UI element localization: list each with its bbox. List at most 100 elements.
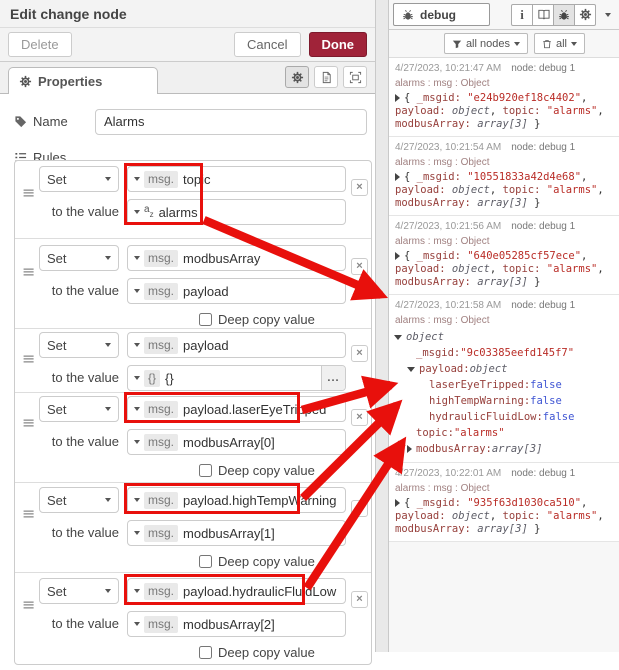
value-type-chip: msg. <box>144 283 178 300</box>
rule-property-input[interactable]: msg. payload <box>127 332 346 358</box>
sidebar-splitter[interactable] <box>375 0 389 652</box>
debug-message: 4/27/2023, 10:21:54 AMnode: debug 1 alar… <box>389 137 619 216</box>
expand-toggle-icon[interactable] <box>395 173 400 181</box>
cancel-button[interactable]: Cancel <box>234 32 300 57</box>
message-timestamp: 4/27/2023, 10:21:47 AM <box>395 63 501 74</box>
rule-value-input[interactable]: msg. modbusArray[1] <box>127 520 346 546</box>
help-tab-button[interactable] <box>532 4 554 26</box>
rule-action-select[interactable]: Set <box>39 245 119 271</box>
delete-rule-button[interactable]: × <box>351 409 368 426</box>
deep-copy-checkbox[interactable] <box>199 313 212 326</box>
deep-copy-row: Deep copy value <box>199 463 315 478</box>
chevron-down-icon <box>134 177 140 181</box>
debug-filter-bar: all nodes all <box>389 30 619 58</box>
delete-button[interactable]: Delete <box>8 32 72 57</box>
delete-rule-button[interactable]: × <box>351 591 368 608</box>
tab-properties[interactable]: Properties <box>8 67 158 94</box>
rule-value-input[interactable]: {} {} ... <box>127 365 346 391</box>
message-node: node: debug 1 <box>511 63 575 74</box>
delete-rule-button[interactable]: × <box>351 500 368 517</box>
info-tab-button[interactable]: i <box>511 4 533 26</box>
expand-editor-button[interactable]: ... <box>321 366 345 390</box>
delete-rule-button[interactable]: × <box>351 258 368 275</box>
expand-toggle-icon[interactable] <box>407 367 415 372</box>
tab-properties-label: Properties <box>38 74 102 89</box>
chevron-down-icon <box>134 210 140 214</box>
rule-value-input[interactable]: msg. modbusArray[2] <box>127 611 346 637</box>
name-label-group: Name <box>14 114 95 129</box>
name-input[interactable] <box>95 109 367 135</box>
message-timestamp: 4/27/2023, 10:21:56 AM <box>395 221 501 232</box>
rule-value-input[interactable]: az alarms <box>127 199 346 225</box>
rule-action-select[interactable]: Set <box>39 332 119 358</box>
chevron-down-icon <box>105 256 111 260</box>
expand-toggle-icon[interactable] <box>395 499 400 507</box>
filter-nodes-button[interactable]: all nodes <box>444 33 528 54</box>
property-type-chip: msg. <box>144 250 178 267</box>
done-button[interactable]: Done <box>309 32 368 57</box>
edit-description-button[interactable] <box>314 66 338 88</box>
chevron-down-icon <box>134 289 140 293</box>
drag-handle-icon[interactable]: ≡ <box>22 264 35 280</box>
deep-copy-row: Deep copy value <box>199 312 315 327</box>
rule-action-select[interactable]: Set <box>39 396 119 422</box>
delete-rule-button[interactable]: × <box>351 345 368 362</box>
property-value: payload.laserEyeTripped <box>183 402 326 417</box>
sidebar-menu-button[interactable] <box>605 13 611 17</box>
drag-handle-icon[interactable]: ≡ <box>22 351 35 367</box>
tree-line: _msgid: "9c03385eefd145f7" <box>395 345 615 361</box>
chevron-down-icon <box>134 622 140 626</box>
trash-icon <box>542 39 552 49</box>
rule-property-input[interactable]: msg. topic <box>127 166 346 192</box>
rule-action-label: Set <box>47 338 67 353</box>
name-label: Name <box>33 114 68 129</box>
appearance-button[interactable] <box>343 66 367 88</box>
drag-handle-icon[interactable]: ≡ <box>22 415 35 431</box>
debug-tab-button[interactable] <box>553 4 575 26</box>
to-the-value-label: to the value <box>15 283 119 298</box>
node-red-window: Edit change node Delete Cancel Done Prop… <box>0 0 619 652</box>
deep-copy-row: Deep copy value <box>199 554 315 569</box>
clear-messages-button[interactable]: all <box>534 33 585 54</box>
rule-property-input[interactable]: msg. payload.hydraulicFluidLow <box>127 578 346 604</box>
debug-message: 4/27/2023, 10:21:56 AMnode: debug 1 alar… <box>389 216 619 295</box>
rule-action-select[interactable]: Set <box>39 578 119 604</box>
delete-rule-button[interactable]: × <box>351 179 368 196</box>
edit-properties-button[interactable] <box>285 66 309 88</box>
message-payload: object_msgid: "9c03385eefd145f7"payload:… <box>395 329 615 457</box>
debug-sidebar: debug i all nodes <box>389 0 619 652</box>
chevron-down-icon <box>134 256 140 260</box>
rule-value-input[interactable]: msg. payload <box>127 278 346 304</box>
drag-handle-icon[interactable]: ≡ <box>22 597 35 613</box>
property-value: payload.hydraulicFluidLow <box>183 584 336 599</box>
expand-toggle-icon[interactable] <box>407 445 412 453</box>
tab-debug[interactable]: debug <box>393 3 490 26</box>
rule-property-input[interactable]: msg. payload.laserEyeTripped <box>127 396 346 422</box>
message-node: node: debug 1 <box>511 142 575 153</box>
value-type-chip: msg. <box>144 525 178 542</box>
rule-property-input[interactable]: msg. modbusArray <box>127 245 346 271</box>
deep-copy-label: Deep copy value <box>218 554 315 569</box>
rule-action-select[interactable]: Set <box>39 166 119 192</box>
rule-property-input[interactable]: msg. payload.highTempWarning <box>127 487 346 513</box>
rule-action-label: Set <box>47 584 67 599</box>
debug-sidebar-header: debug i <box>389 0 619 30</box>
property-type-chip: msg. <box>144 583 178 600</box>
message-meta: 4/27/2023, 10:22:01 AMnode: debug 1 <box>395 468 615 480</box>
deep-copy-checkbox[interactable] <box>199 555 212 568</box>
config-tab-button[interactable] <box>574 4 596 26</box>
drag-handle-icon[interactable]: ≡ <box>22 185 35 201</box>
deep-copy-checkbox[interactable] <box>199 464 212 477</box>
dialog-button-bar: Delete Cancel Done <box>0 28 375 62</box>
deep-copy-checkbox[interactable] <box>199 646 212 659</box>
chevron-down-icon <box>105 343 111 347</box>
expand-toggle-icon[interactable] <box>395 94 400 102</box>
expand-toggle-icon[interactable] <box>394 335 402 340</box>
rule-action-select[interactable]: Set <box>39 487 119 513</box>
drag-handle-icon[interactable]: ≡ <box>22 506 35 522</box>
expand-toggle-icon[interactable] <box>395 252 400 260</box>
rule-value-input[interactable]: msg. modbusArray[0] <box>127 429 346 455</box>
rule-action-label: Set <box>47 493 67 508</box>
document-icon <box>320 71 333 84</box>
edit-change-node-dialog: Edit change node Delete Cancel Done Prop… <box>0 0 375 652</box>
